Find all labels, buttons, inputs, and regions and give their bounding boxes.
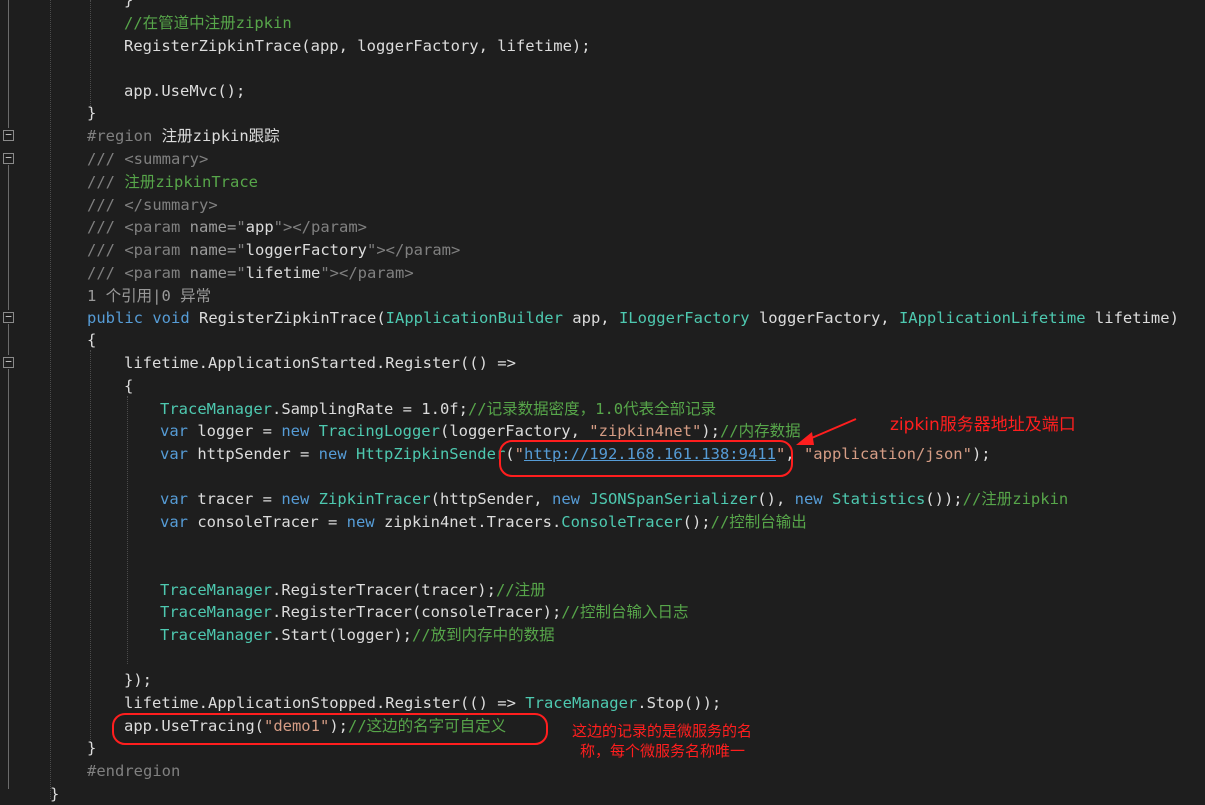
annotation-arrowhead: [796, 432, 814, 445]
service-name-note-line2: 称，每个微服务名称唯一: [580, 742, 746, 760]
tracing-highlight-box: [112, 713, 548, 745]
service-name-note-line1: 这边的记录的是微服务的名: [572, 722, 753, 740]
annotation-overlay: [112, 418, 857, 745]
zipkin-address-annotation: zipkin服务器地址及端口: [890, 415, 1076, 435]
url-highlight-box: [499, 440, 793, 477]
